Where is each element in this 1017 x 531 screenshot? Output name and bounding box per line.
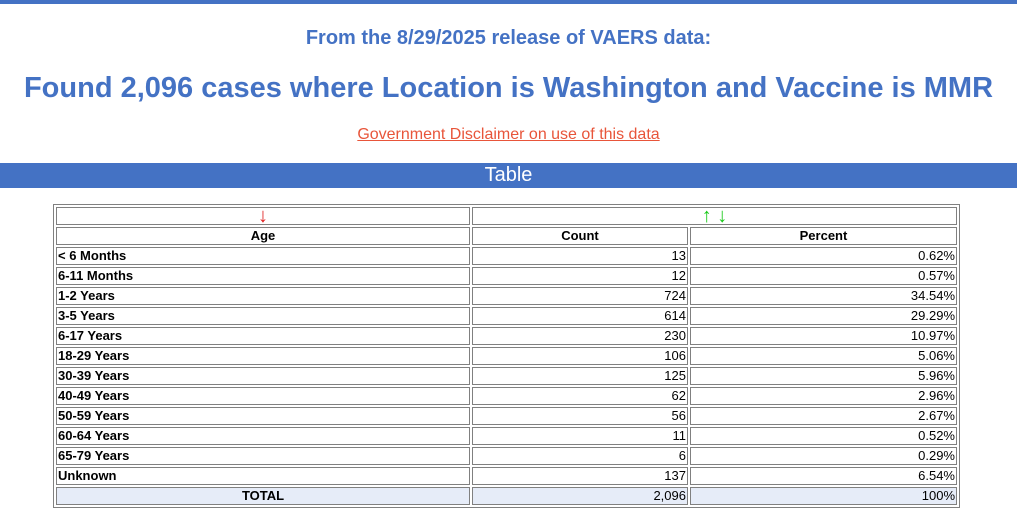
count-cell: 614 <box>472 307 688 325</box>
age-cell: 65-79 Years <box>56 447 470 465</box>
percent-cell: 0.52% <box>690 427 957 445</box>
age-cell: 6-11 Months <box>56 267 470 285</box>
age-sort-cell: ↓ <box>56 205 470 227</box>
count-cell: 56 <box>472 407 688 425</box>
total-count: 2,096 <box>472 487 688 505</box>
count-cell: 724 <box>472 287 688 305</box>
age-cell: Unknown <box>56 467 470 485</box>
count-cell: 230 <box>472 327 688 345</box>
table-row: 50-59 Years 56 2.67% <box>56 407 957 425</box>
count-column-header: Count <box>472 227 688 245</box>
age-cell: < 6 Months <box>56 247 470 265</box>
percent-cell: 10.97% <box>690 327 957 345</box>
age-cell: 30-39 Years <box>56 367 470 385</box>
age-cell: 40-49 Years <box>56 387 470 405</box>
top-rule <box>0 0 1017 4</box>
table-row: 65-79 Years 6 0.29% <box>56 447 957 465</box>
table-row: 1-2 Years 724 34.54% <box>56 287 957 305</box>
age-cell: 18-29 Years <box>56 347 470 365</box>
percent-cell: 2.96% <box>690 387 957 405</box>
count-sort-cell: ↑ ↓ <box>472 205 957 227</box>
count-cell: 125 <box>472 367 688 385</box>
percent-cell: 6.54% <box>690 467 957 485</box>
count-cell: 13 <box>472 247 688 265</box>
total-label: TOTAL <box>56 487 470 505</box>
count-cell: 12 <box>472 267 688 285</box>
percent-cell: 5.06% <box>690 347 957 365</box>
disclaimer-container: Government Disclaimer on use of this dat… <box>0 126 1017 144</box>
total-row: TOTAL 2,096 100% <box>56 487 957 505</box>
percent-cell: 29.29% <box>690 307 957 325</box>
table-row: 6-11 Months 12 0.57% <box>56 267 957 285</box>
percent-cell: 0.57% <box>690 267 957 285</box>
sort-down-arrow-icon[interactable]: ↓ <box>258 205 268 227</box>
percent-cell: 0.62% <box>690 247 957 265</box>
sort-down-arrow-icon[interactable]: ↓ <box>717 205 727 227</box>
disclaimer-link[interactable]: Government Disclaimer on use of this dat… <box>357 126 659 143</box>
table-row: 3-5 Years 614 29.29% <box>56 307 957 325</box>
age-column-header: Age <box>56 227 470 245</box>
table-row: Unknown 137 6.54% <box>56 467 957 485</box>
percent-column-header: Percent <box>690 227 957 245</box>
section-title-bar: Table <box>0 163 1017 188</box>
count-cell: 6 <box>472 447 688 465</box>
table-row: 18-29 Years 106 5.06% <box>56 347 957 365</box>
table-row: 30-39 Years 125 5.96% <box>56 367 957 385</box>
header-row: Age Count Percent <box>56 227 957 245</box>
release-text: From the 8/29/2025 release of VAERS data… <box>305 27 712 49</box>
total-percent: 100% <box>690 487 957 505</box>
percent-cell: 2.67% <box>690 407 957 425</box>
age-cell: 1-2 Years <box>56 287 470 305</box>
table-row: 6-17 Years 230 10.97% <box>56 327 957 345</box>
age-cell: 6-17 Years <box>56 327 470 345</box>
count-cell: 62 <box>472 387 688 405</box>
count-cell: 106 <box>472 347 688 365</box>
count-cell: 11 <box>472 427 688 445</box>
percent-cell: 0.29% <box>690 447 957 465</box>
count-cell: 137 <box>472 467 688 485</box>
table-row: 60-64 Years 11 0.52% <box>56 427 957 445</box>
table-row: 40-49 Years 62 2.96% <box>56 387 957 405</box>
percent-cell: 5.96% <box>690 367 957 385</box>
age-cell: 60-64 Years <box>56 427 470 445</box>
results-table: ↓ ↑ ↓ Age Count Percent < 6 Months 13 0.62… <box>53 204 960 508</box>
table-row: < 6 Months 13 0.62% <box>56 247 957 265</box>
results-headline: Found 2,096 cases where Location is Wash… <box>23 72 994 104</box>
sort-up-arrow-icon[interactable]: ↑ <box>702 205 712 227</box>
age-cell: 50-59 Years <box>56 407 470 425</box>
age-cell: 3-5 Years <box>56 307 470 325</box>
sort-arrow-row: ↓ ↑ ↓ <box>56 205 957 227</box>
percent-cell: 34.54% <box>690 287 957 305</box>
